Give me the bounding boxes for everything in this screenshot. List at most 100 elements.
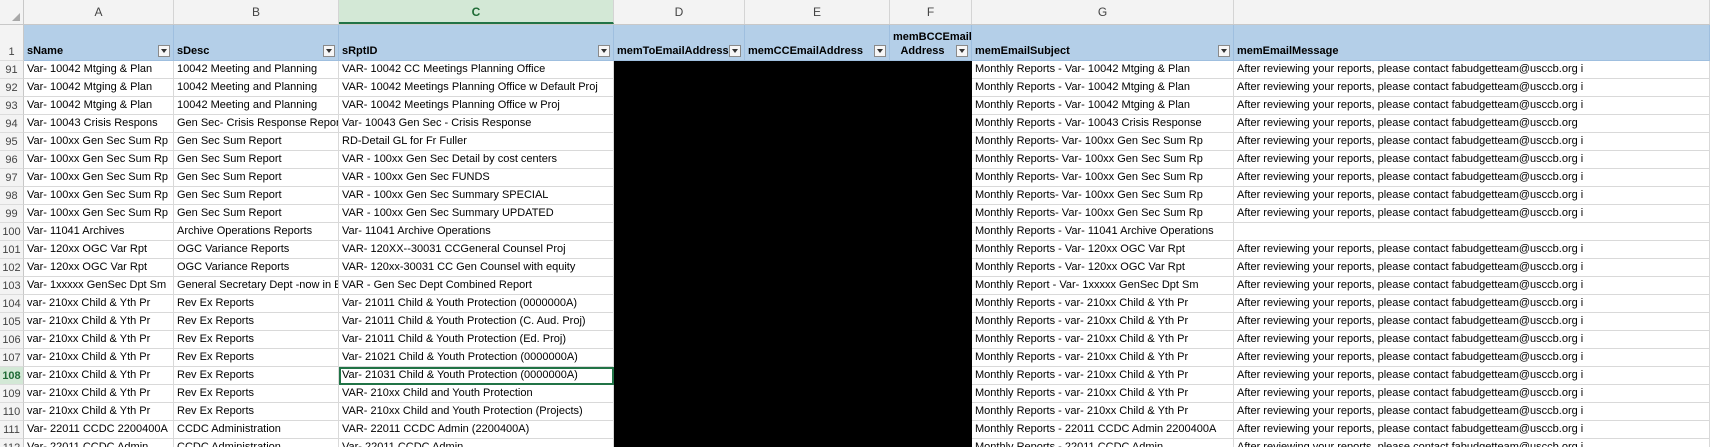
- table-cell[interactable]: Monthly Reports - var- 210xx Child & Yth…: [972, 331, 1234, 349]
- table-cell[interactable]: var- 210xx Child & Yth Pr: [24, 403, 174, 421]
- redacted-cell[interactable]: [745, 151, 890, 169]
- redacted-cell[interactable]: [890, 349, 972, 367]
- table-cell[interactable]: Monthly Reports - var- 210xx Child & Yth…: [972, 367, 1234, 385]
- row-header[interactable]: 99: [0, 205, 24, 223]
- table-cell[interactable]: After reviewing your reports, please con…: [1234, 259, 1710, 277]
- filter-dropdown-icon[interactable]: [874, 45, 886, 57]
- table-cell[interactable]: Monthly Reports - var- 210xx Child & Yth…: [972, 349, 1234, 367]
- table-cell[interactable]: RD-Detail GL for Fr Fuller: [339, 133, 614, 151]
- redacted-cell[interactable]: [745, 223, 890, 241]
- redacted-cell[interactable]: [745, 79, 890, 97]
- table-cell[interactable]: Rev Ex Reports: [174, 403, 339, 421]
- redacted-cell[interactable]: [745, 115, 890, 133]
- table-cell[interactable]: Var- 10043 Crisis Respons: [24, 115, 174, 133]
- table-cell[interactable]: VAR - 100xx Gen Sec Summary UPDATED: [339, 205, 614, 223]
- table-cell[interactable]: Gen Sec Sum Report: [174, 205, 339, 223]
- row-header[interactable]: 106: [0, 331, 24, 349]
- table-cell[interactable]: 10042 Meeting and Planning: [174, 61, 339, 79]
- select-all-corner[interactable]: [0, 0, 24, 24]
- table-cell[interactable]: Monthly Reports - Var- 10042 Mtging & Pl…: [972, 61, 1234, 79]
- redacted-cell[interactable]: [745, 277, 890, 295]
- redacted-cell[interactable]: [745, 403, 890, 421]
- table-cell[interactable]: Var- 21011 Child & Youth Protection (C. …: [339, 313, 614, 331]
- table-cell[interactable]: Var- 100xx Gen Sec Sum Rp: [24, 169, 174, 187]
- redacted-cell[interactable]: [890, 421, 972, 439]
- table-cell[interactable]: Monthly Reports - Var- 120xx OGC Var Rpt: [972, 241, 1234, 259]
- table-cell[interactable]: Monthly Reports - Var- 10042 Mtging & Pl…: [972, 79, 1234, 97]
- table-cell[interactable]: Var- 11041 Archives: [24, 223, 174, 241]
- table-cell[interactable]: VAR - 100xx Gen Sec Detail by cost cente…: [339, 151, 614, 169]
- table-cell[interactable]: var- 210xx Child & Yth Pr: [24, 367, 174, 385]
- table-cell[interactable]: Gen Sec Sum Report: [174, 169, 339, 187]
- table-cell[interactable]: After reviewing your reports, please con…: [1234, 349, 1710, 367]
- redacted-cell[interactable]: [890, 367, 972, 385]
- row-header[interactable]: 107: [0, 349, 24, 367]
- redacted-cell[interactable]: [614, 115, 745, 133]
- table-cell[interactable]: Monthly Report - Var- 1xxxxx GenSec Dpt …: [972, 277, 1234, 295]
- table-cell[interactable]: Var- 22011 CCDC Admin: [24, 439, 174, 447]
- row-header[interactable]: 95: [0, 133, 24, 151]
- table-cell[interactable]: VAR- 10042 Meetings Planning Office w De…: [339, 79, 614, 97]
- table-cell[interactable]: Gen Sec Sum Report: [174, 151, 339, 169]
- table-cell[interactable]: Monthly Reports - var- 210xx Child & Yth…: [972, 403, 1234, 421]
- redacted-cell[interactable]: [614, 295, 745, 313]
- redacted-cell[interactable]: [614, 241, 745, 259]
- table-cell[interactable]: VAR- 120XX--30031 CCGeneral Counsel Proj: [339, 241, 614, 259]
- table-cell[interactable]: After reviewing your reports, please con…: [1234, 169, 1710, 187]
- table-cell[interactable]: After reviewing your reports, please con…: [1234, 403, 1710, 421]
- table-cell[interactable]: 10042 Meeting and Planning: [174, 79, 339, 97]
- column-header-f[interactable]: F: [890, 0, 972, 24]
- table-cell[interactable]: Var- 10043 Gen Sec - Crisis Response: [339, 115, 614, 133]
- row-header[interactable]: 105: [0, 313, 24, 331]
- table-cell[interactable]: Var- 100xx Gen Sec Sum Rp: [24, 151, 174, 169]
- redacted-cell[interactable]: [745, 349, 890, 367]
- redacted-cell[interactable]: [890, 403, 972, 421]
- row-header[interactable]: 93: [0, 97, 24, 115]
- table-cell[interactable]: After reviewing your reports, please con…: [1234, 241, 1710, 259]
- redacted-cell[interactable]: [890, 241, 972, 259]
- redacted-cell[interactable]: [745, 295, 890, 313]
- table-cell[interactable]: Gen Sec Sum Report: [174, 187, 339, 205]
- table-cell[interactable]: Monthly Reports- Var- 100xx Gen Sec Sum …: [972, 151, 1234, 169]
- row-header[interactable]: 108: [0, 367, 24, 385]
- row-header[interactable]: 98: [0, 187, 24, 205]
- redacted-cell[interactable]: [745, 133, 890, 151]
- table-cell[interactable]: General Secretary Dept -now in EX: [174, 277, 339, 295]
- table-cell[interactable]: After reviewing your reports, please con…: [1234, 331, 1710, 349]
- row-header[interactable]: 112: [0, 439, 24, 447]
- table-cell[interactable]: VAR - 100xx Gen Sec Summary SPECIAL: [339, 187, 614, 205]
- table-cell[interactable]: Var- 10042 Mtging & Plan: [24, 97, 174, 115]
- table-cell[interactable]: 10042 Meeting and Planning: [174, 97, 339, 115]
- table-cell[interactable]: VAR- 210xx Child and Youth Protection (P…: [339, 403, 614, 421]
- redacted-cell[interactable]: [745, 313, 890, 331]
- table-cell[interactable]: Var- 10042 Mtging & Plan: [24, 61, 174, 79]
- table-cell[interactable]: VAR - 100xx Gen Sec FUNDS: [339, 169, 614, 187]
- column-header-c[interactable]: C: [339, 0, 614, 24]
- redacted-cell[interactable]: [745, 97, 890, 115]
- table-cell[interactable]: [1234, 223, 1710, 241]
- table-cell[interactable]: Var- 11041 Archive Operations: [339, 223, 614, 241]
- table-cell[interactable]: var- 210xx Child & Yth Pr: [24, 385, 174, 403]
- table-cell[interactable]: Monthly Reports- Var- 100xx Gen Sec Sum …: [972, 169, 1234, 187]
- row-header[interactable]: 109: [0, 385, 24, 403]
- redacted-cell[interactable]: [614, 133, 745, 151]
- filter-dropdown-icon[interactable]: [323, 45, 335, 57]
- redacted-cell[interactable]: [614, 277, 745, 295]
- table-cell[interactable]: VAR- 22011 CCDC Admin (2200400A): [339, 421, 614, 439]
- table-cell[interactable]: Monthly Reports - var- 210xx Child & Yth…: [972, 385, 1234, 403]
- table-cell[interactable]: After reviewing your reports, please con…: [1234, 385, 1710, 403]
- redacted-cell[interactable]: [745, 61, 890, 79]
- column-header-d[interactable]: D: [614, 0, 745, 24]
- table-cell[interactable]: var- 210xx Child & Yth Pr: [24, 331, 174, 349]
- table-cell[interactable]: VAR- 210xx Child and Youth Protection: [339, 385, 614, 403]
- redacted-cell[interactable]: [745, 367, 890, 385]
- redacted-cell[interactable]: [745, 205, 890, 223]
- row-header[interactable]: 104: [0, 295, 24, 313]
- redacted-cell[interactable]: [745, 259, 890, 277]
- table-cell[interactable]: Monthly Reports - Var- 10042 Mtging & Pl…: [972, 97, 1234, 115]
- column-header-e[interactable]: E: [745, 0, 890, 24]
- table-cell[interactable]: Monthly Reports - Var- 120xx OGC Var Rpt: [972, 259, 1234, 277]
- redacted-cell[interactable]: [890, 79, 972, 97]
- redacted-cell[interactable]: [890, 169, 972, 187]
- redacted-cell[interactable]: [745, 187, 890, 205]
